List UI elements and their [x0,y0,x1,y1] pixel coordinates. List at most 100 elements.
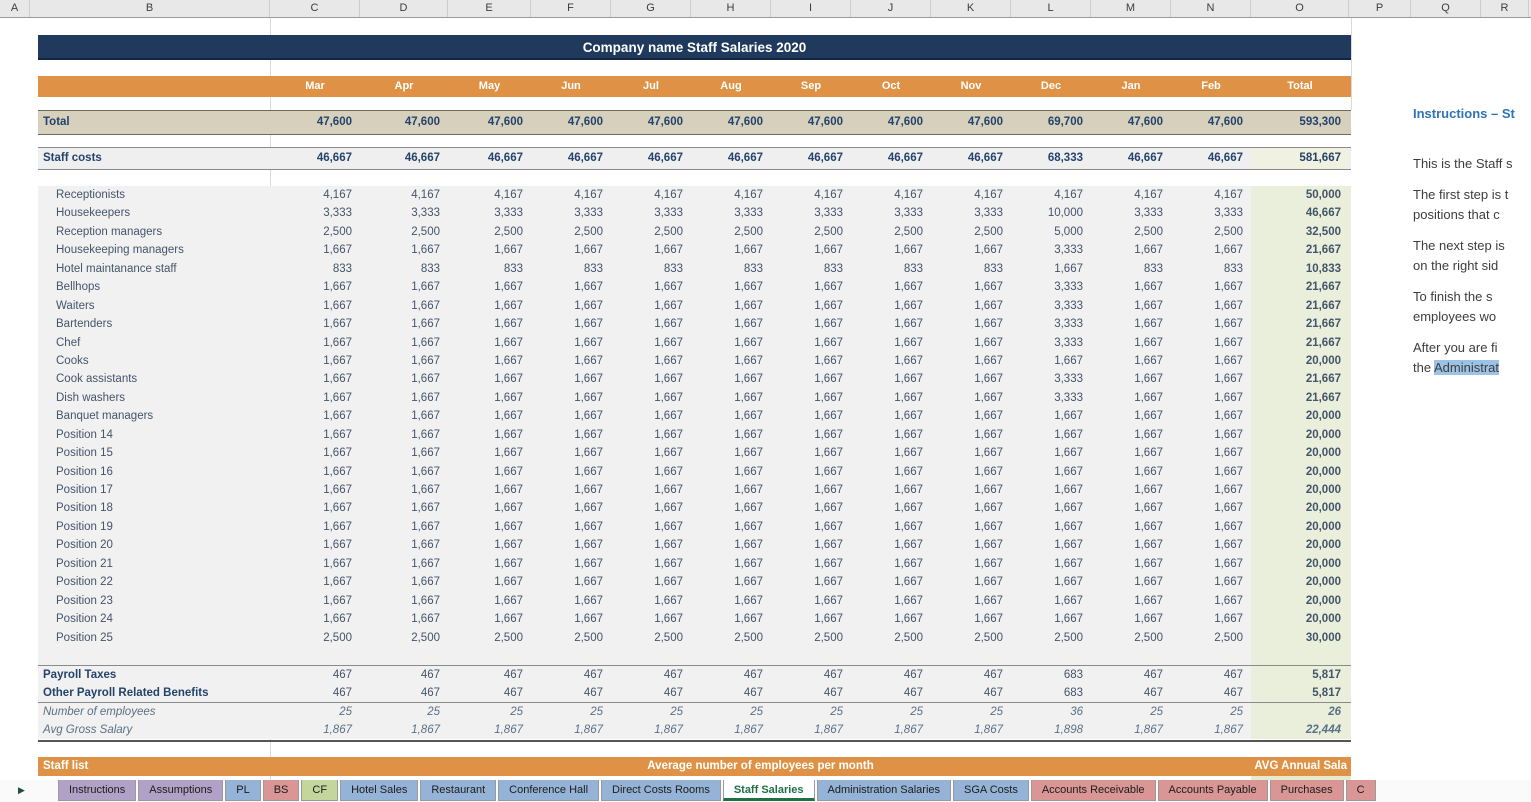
cell[interactable]: 1,667 [270,518,360,536]
cell[interactable]: 1,667 [691,352,771,370]
cell[interactable]: 1,667 [611,499,691,517]
cell[interactable]: 26 [1251,703,1349,721]
cell[interactable]: 1,667 [1091,499,1171,517]
cell[interactable]: 4,167 [611,186,691,204]
cell[interactable]: 1,667 [771,463,851,481]
column-letter[interactable]: B [30,0,270,17]
cell[interactable]: 2,500 [1091,629,1171,647]
cell[interactable]: 25 [531,703,611,721]
cell[interactable]: 1,667 [771,370,851,388]
cell[interactable]: 1,667 [931,610,1011,628]
cell[interactable]: 1,667 [1171,407,1251,425]
cell[interactable]: 47,600 [1171,111,1251,134]
cell[interactable]: 1,667 [1171,315,1251,333]
cell[interactable]: 20,000 [1251,444,1349,462]
cell[interactable]: 21,667 [1251,389,1349,407]
cell[interactable]: 1,667 [771,444,851,462]
cell[interactable]: 3,333 [270,204,360,222]
cell[interactable]: 3,333 [611,204,691,222]
cell[interactable]: 1,667 [448,610,531,628]
cell[interactable]: 1,667 [1091,573,1171,591]
cell[interactable]: 47,600 [611,111,691,134]
cell[interactable]: 4,167 [360,186,448,204]
cell[interactable]: 1,667 [1171,352,1251,370]
cell[interactable]: 1,667 [851,315,931,333]
cell[interactable]: 1,667 [1171,499,1251,517]
cell[interactable]: 1,667 [270,592,360,610]
cell[interactable]: 833 [1171,260,1251,278]
cell[interactable]: 1,667 [270,610,360,628]
cell[interactable]: 21,667 [1251,315,1349,333]
cell[interactable]: 25 [611,703,691,721]
cell[interactable]: 68,333 [1011,148,1091,169]
month-cell[interactable]: Jan [1091,76,1171,97]
cell[interactable]: 1,667 [531,315,611,333]
cell[interactable]: 1,667 [1011,426,1091,444]
cell[interactable]: 21,667 [1251,297,1349,315]
row-label[interactable]: Receptionists [38,186,270,204]
cell[interactable]: 1,667 [691,499,771,517]
cell[interactable]: 833 [1091,260,1171,278]
cell[interactable]: 1,867 [691,721,771,739]
cell[interactable]: 1,667 [531,241,611,259]
cell[interactable]: 1,867 [851,721,931,739]
cell[interactable]: 21,667 [1251,334,1349,352]
cell[interactable]: 1,667 [1171,370,1251,388]
cell[interactable]: 20,000 [1251,499,1349,517]
cell[interactable]: 1,667 [611,407,691,425]
cell[interactable]: 1,667 [1011,463,1091,481]
cell[interactable]: 4,167 [531,186,611,204]
cell[interactable]: 20,000 [1251,463,1349,481]
cell[interactable]: 1,667 [611,481,691,499]
column-letter[interactable]: F [531,0,611,17]
cell[interactable]: 2,500 [851,629,931,647]
cell[interactable]: 1,667 [931,315,1011,333]
cell[interactable]: 1,667 [611,370,691,388]
cell[interactable]: 1,667 [931,297,1011,315]
column-letter[interactable]: A [0,0,30,17]
cell[interactable]: 1,667 [851,592,931,610]
row-label[interactable]: Staff costs [38,148,270,169]
cell[interactable]: 1,667 [531,389,611,407]
cell[interactable]: 46,667 [531,148,611,169]
cell[interactable]: 1,667 [448,370,531,388]
cell[interactable]: 1,667 [851,610,931,628]
cell[interactable]: 467 [270,684,360,702]
cell[interactable]: 1,667 [270,334,360,352]
cell[interactable]: 1,667 [360,481,448,499]
month-cell[interactable]: Jul [611,76,691,97]
cell[interactable]: 1,667 [360,334,448,352]
cell[interactable]: 467 [851,666,931,684]
sheet-tab-instructions[interactable]: Instructions [58,780,136,801]
cell[interactable]: 1,667 [851,499,931,517]
cell[interactable]: 1,667 [1011,555,1091,573]
cell[interactable]: 1,667 [931,592,1011,610]
sheet-tab-administration-salaries[interactable]: Administration Salaries [817,780,952,801]
cell[interactable]: 1,667 [360,499,448,517]
cell[interactable]: 3,333 [771,204,851,222]
cell[interactable]: 467 [771,666,851,684]
cell[interactable]: 47,600 [931,111,1011,134]
cell[interactable]: 25 [931,703,1011,721]
sheet-tab-staff-salaries[interactable]: Staff Salaries [723,780,815,801]
row-label[interactable]: Reception managers [38,223,270,241]
row-label[interactable]: Bartenders [38,315,270,333]
cell[interactable]: 467 [851,684,931,702]
cell[interactable]: 3,333 [931,204,1011,222]
cell[interactable]: 1,667 [611,555,691,573]
cell[interactable]: 1,667 [611,241,691,259]
cell[interactable]: 20,000 [1251,352,1349,370]
sheet-tab-conference-hall[interactable]: Conference Hall [498,780,599,801]
cell[interactable]: 20,000 [1251,573,1349,591]
cell[interactable]: 1,667 [1091,297,1171,315]
cell[interactable]: 1,667 [531,426,611,444]
cell[interactable]: 1,667 [360,444,448,462]
cell[interactable]: 1,667 [611,278,691,296]
cell[interactable]: 1,667 [531,499,611,517]
cell[interactable]: 47,600 [360,111,448,134]
cell[interactable]: 4,167 [691,186,771,204]
cell[interactable]: 1,667 [531,555,611,573]
cell[interactable]: 20,000 [1251,518,1349,536]
cell[interactable]: 1,667 [1091,389,1171,407]
row-label[interactable]: Position 14 [38,426,270,444]
